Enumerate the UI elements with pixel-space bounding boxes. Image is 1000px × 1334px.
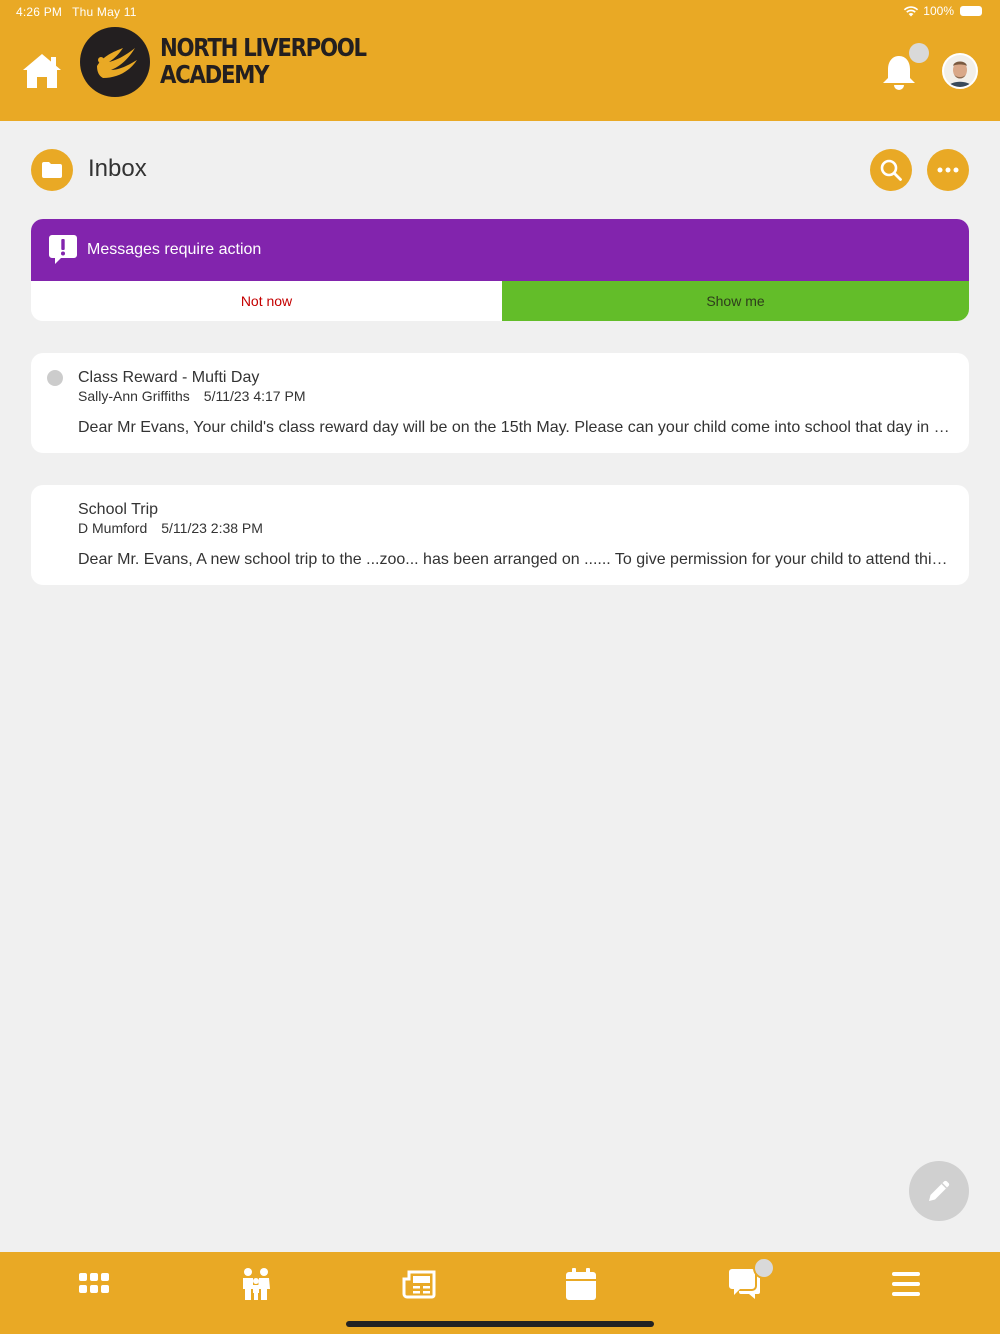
compose-button[interactable] (909, 1161, 969, 1221)
avatar[interactable] (942, 53, 978, 89)
home-indicator[interactable] (346, 1321, 654, 1327)
banner-message: Messages require action (87, 241, 262, 258)
message-subject: School Trip (78, 501, 159, 518)
app-header: 4:26 PM Thu May 11 100% NORTH LIVERPOOL A… (0, 0, 1000, 121)
nav-apps[interactable] (74, 1266, 114, 1302)
not-now-button[interactable]: Not now (31, 281, 502, 321)
message-sender: D Mumford (78, 520, 148, 536)
nav-menu[interactable] (886, 1266, 926, 1302)
status-date: Thu May 11 (72, 5, 137, 19)
message-meta: Sally-Ann Griffiths 5/11/23 4:17 PM (78, 388, 305, 404)
unread-indicator (47, 370, 63, 386)
news-icon (402, 1270, 436, 1299)
more-options-button[interactable] (927, 149, 969, 191)
action-required-banner: Messages require action Not now Show me (31, 219, 969, 321)
message-item[interactable]: Class Reward - Mufti Day Sally-Ann Griff… (31, 353, 969, 453)
show-me-button[interactable]: Show me (502, 281, 969, 321)
nav-calendar[interactable] (561, 1266, 601, 1302)
school-name-line1: NORTH LIVERPOOL (160, 33, 367, 62)
battery-icon (960, 6, 982, 16)
school-logo (79, 26, 151, 98)
user-photo-icon (944, 55, 976, 87)
wifi-icon (904, 6, 919, 17)
bottom-navigation (0, 1252, 1000, 1334)
status-bar-time: 4:26 PM Thu May 11 (16, 5, 137, 19)
page-title: Inbox (88, 155, 147, 182)
messages-badge (753, 1257, 775, 1279)
message-date: 5/11/23 4:17 PM (203, 388, 306, 404)
message-sender: Sally-Ann Griffiths (78, 388, 190, 404)
status-bar-right: 100% (903, 4, 982, 18)
inbox-folder-button[interactable] (31, 149, 73, 191)
home-icon (23, 54, 61, 88)
banner-actions: Not now Show me (31, 281, 969, 321)
school-name: NORTH LIVERPOOL ACADEMY (160, 33, 367, 89)
calendar-icon (566, 1268, 596, 1300)
notification-badge (909, 43, 929, 63)
status-time: 4:26 PM (16, 5, 63, 19)
menu-icon (892, 1272, 920, 1296)
search-icon (880, 159, 902, 181)
pencil-icon (929, 1180, 950, 1201)
message-preview: Dear Mr Evans, Your child's class reward… (78, 419, 954, 436)
message-subject: Class Reward - Mufti Day (78, 369, 260, 386)
alert-message-icon (49, 235, 77, 264)
logo-icon (80, 27, 150, 97)
message-date: 5/11/23 2:38 PM (161, 520, 263, 536)
battery-percentage: 100% (923, 4, 954, 18)
home-button[interactable] (20, 51, 64, 91)
message-item[interactable]: School Trip D Mumford 5/11/23 2:38 PM Dea… (31, 485, 969, 585)
family-icon (243, 1268, 270, 1300)
school-name-line2: ACADEMY (160, 60, 270, 89)
message-meta: D Mumford 5/11/23 2:38 PM (78, 520, 263, 536)
ellipsis-icon (937, 167, 959, 173)
nav-family[interactable] (236, 1266, 276, 1302)
message-preview: Dear Mr. Evans, A new school trip to the… (78, 551, 954, 568)
banner-header: Messages require action (31, 219, 969, 281)
apps-icon (79, 1273, 109, 1293)
folder-icon (42, 162, 62, 178)
search-button[interactable] (870, 149, 912, 191)
nav-news[interactable] (399, 1266, 439, 1302)
